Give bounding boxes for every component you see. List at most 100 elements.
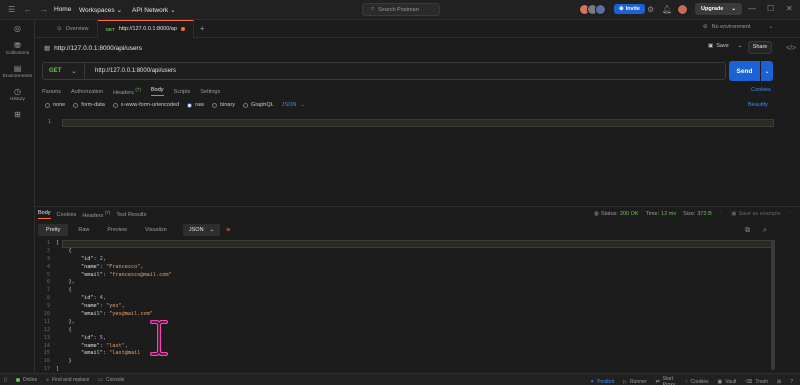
tab-headers[interactable]: Headers (7) bbox=[113, 87, 141, 96]
json-punctuation: { bbox=[56, 247, 72, 254]
tab-body[interactable]: Body bbox=[151, 87, 164, 96]
view-preview[interactable]: Preview bbox=[99, 224, 135, 236]
more-icon[interactable]: ⋯ bbox=[788, 211, 794, 217]
trash-button[interactable]: ⌫ Trash bbox=[745, 379, 768, 385]
api-network-menu[interactable]: API Network ⌄ bbox=[132, 6, 176, 15]
user-avatar[interactable] bbox=[677, 4, 688, 15]
line-number: 5 bbox=[46, 271, 50, 278]
postbot-label: Postbot bbox=[597, 379, 615, 385]
request-name[interactable]: http://127.0.0.1:8000/api/users bbox=[54, 45, 142, 52]
resp-tab-test-results[interactable]: Test Results bbox=[116, 212, 146, 218]
environment-selector[interactable]: ⊘ No environment ⌄ bbox=[703, 24, 773, 30]
json-key: "name" bbox=[81, 303, 100, 310]
url-input[interactable]: http://127.0.0.1:8000/api/users bbox=[85, 68, 176, 74]
resp-tab-body[interactable]: Body bbox=[38, 210, 51, 219]
add-tab-icon[interactable]: + bbox=[194, 24, 205, 33]
gear-icon[interactable]: ⚙ bbox=[647, 5, 654, 14]
body-option-urlencoded[interactable]: x-www-form-urlencoded bbox=[112, 102, 179, 108]
request-body-editor[interactable] bbox=[38, 117, 778, 205]
tab-label: Headers bbox=[113, 89, 134, 96]
save-icon: ▣ bbox=[731, 211, 737, 217]
code-icon[interactable]: </> bbox=[786, 45, 796, 52]
vertical-scrollbar[interactable] bbox=[771, 240, 775, 370]
save-as-example-button[interactable]: ▣ Save as example bbox=[731, 211, 780, 217]
copy-icon[interactable]: ⧉ bbox=[745, 227, 750, 235]
line-number: 6 bbox=[46, 279, 50, 286]
chevron-down-icon: ⌄ bbox=[768, 24, 774, 30]
body-format-select[interactable]: JSON ⌄ bbox=[282, 102, 305, 108]
sidebar-item-workspace[interactable]: ◎ bbox=[0, 24, 35, 33]
back-arrow-icon[interactable]: ← bbox=[24, 5, 32, 14]
vault-button[interactable]: ▣ Vault bbox=[718, 379, 737, 385]
sidebar-item-apps[interactable]: ⊞ bbox=[0, 110, 35, 119]
save-button[interactable]: ▣ Save ⌄ bbox=[708, 43, 742, 49]
request-tabs: Params Authorization Headers (7) Body Sc… bbox=[42, 87, 230, 96]
layout-icon[interactable]: ⊞ bbox=[777, 379, 781, 385]
tab-overview[interactable]: ⊙ Overview bbox=[35, 19, 98, 38]
body-option-raw[interactable]: raw bbox=[187, 102, 204, 108]
share-button[interactable]: Share bbox=[748, 41, 772, 54]
cookies-link[interactable]: Cookies bbox=[751, 87, 771, 93]
method-select[interactable]: GET ⌄ bbox=[43, 63, 85, 79]
body-option-binary[interactable]: binary bbox=[212, 102, 235, 108]
beautify-link[interactable]: Beautify bbox=[748, 102, 768, 108]
upgrade-button[interactable]: Upgrade ⌄ bbox=[695, 3, 742, 15]
avatar-stack[interactable] bbox=[579, 4, 606, 15]
forward-arrow-icon[interactable]: → bbox=[40, 5, 48, 14]
app-menu-icon[interactable]: ☰ bbox=[8, 5, 15, 14]
size-info[interactable]: Size: 373 B bbox=[683, 211, 712, 217]
view-pretty[interactable]: Pretty bbox=[38, 224, 69, 236]
chevron-down-icon: ⌄ bbox=[209, 227, 215, 233]
view-raw[interactable]: Raw bbox=[70, 224, 97, 236]
resp-tab-headers[interactable]: Headers (7) bbox=[82, 210, 110, 219]
online-status[interactable]: Online bbox=[15, 377, 37, 383]
invite-button[interactable]: ⊕ Invite bbox=[614, 4, 645, 14]
filter-icon[interactable]: ≡ bbox=[226, 227, 230, 234]
home-link[interactable]: Home bbox=[54, 6, 71, 13]
tab-badge: (7) bbox=[104, 210, 111, 216]
tab-authorization[interactable]: Authorization bbox=[71, 89, 103, 95]
maximize-icon[interactable]: ☐ bbox=[767, 4, 774, 13]
body-option-graphql[interactable]: GraphQL bbox=[243, 102, 274, 108]
start-proxy-button[interactable]: ⇄ Start Proxy bbox=[655, 376, 675, 385]
help-icon[interactable]: ? bbox=[790, 379, 793, 385]
line-number: 14 bbox=[43, 342, 50, 349]
postbot-button[interactable]: ✦ Postbot bbox=[590, 379, 614, 385]
more-icon[interactable]: ⋮ bbox=[719, 211, 725, 217]
search-icon[interactable]: ⌕ bbox=[763, 227, 767, 235]
response-view-bar: Pretty Raw Preview Visualize JSON ⌄ ≡ bbox=[38, 224, 230, 236]
pane-divider[interactable] bbox=[35, 206, 800, 207]
json-comma: , bbox=[140, 263, 144, 270]
sidebar-item-collections[interactable]: ⛃ Collections bbox=[0, 41, 35, 56]
bell-icon[interactable]: 🔔︎ bbox=[662, 5, 672, 14]
resp-tab-cookies[interactable]: Cookies bbox=[57, 212, 77, 218]
sidebar-item-label: History bbox=[10, 97, 25, 102]
send-button[interactable]: Send bbox=[729, 61, 760, 81]
runner-button[interactable]: ▷ Runner bbox=[623, 379, 646, 385]
workspaces-menu[interactable]: Workspaces ⌄ bbox=[79, 6, 122, 15]
line-number: 15 bbox=[43, 350, 50, 357]
tab-settings[interactable]: Settings bbox=[200, 89, 220, 95]
body-option-form-data[interactable]: form-data bbox=[73, 102, 105, 108]
sidebar-item-history[interactable]: ◷ History bbox=[0, 87, 35, 102]
tab-request[interactable]: GET http://127.0.0.1:8000/ap bbox=[97, 19, 194, 38]
status-info[interactable]: ◍ Status: 200 OK bbox=[594, 211, 639, 217]
time-info[interactable]: Time: 12 ms bbox=[646, 211, 677, 217]
search-box[interactable]: ⌕ Search Postman bbox=[362, 3, 440, 16]
tab-params[interactable]: Params bbox=[42, 89, 61, 95]
cookies-button[interactable]: ◔ Cookies bbox=[684, 379, 708, 385]
find-replace-button[interactable]: ⌕ Find and replace bbox=[46, 377, 89, 383]
tab-scripts[interactable]: Scripts bbox=[174, 89, 191, 95]
send-dropdown-button[interactable]: ⌄ bbox=[761, 61, 773, 81]
response-format-select[interactable]: JSON ⌄ bbox=[182, 224, 221, 236]
sidebar-item-environments[interactable]: ▤ Environments bbox=[0, 64, 35, 79]
minimize-icon[interactable]: — bbox=[748, 4, 756, 13]
postbot-icon: ✦ bbox=[590, 379, 595, 385]
view-visualize[interactable]: Visualize bbox=[137, 224, 175, 236]
body-type-options: none form-data x-www-form-urlencoded raw… bbox=[45, 102, 305, 108]
close-icon[interactable]: ✕ bbox=[786, 4, 793, 13]
console-button[interactable]: ▭ Console bbox=[98, 377, 124, 383]
body-option-none[interactable]: none bbox=[45, 102, 65, 108]
sidebar-toggle-icon[interactable]: ▯ bbox=[4, 377, 7, 383]
